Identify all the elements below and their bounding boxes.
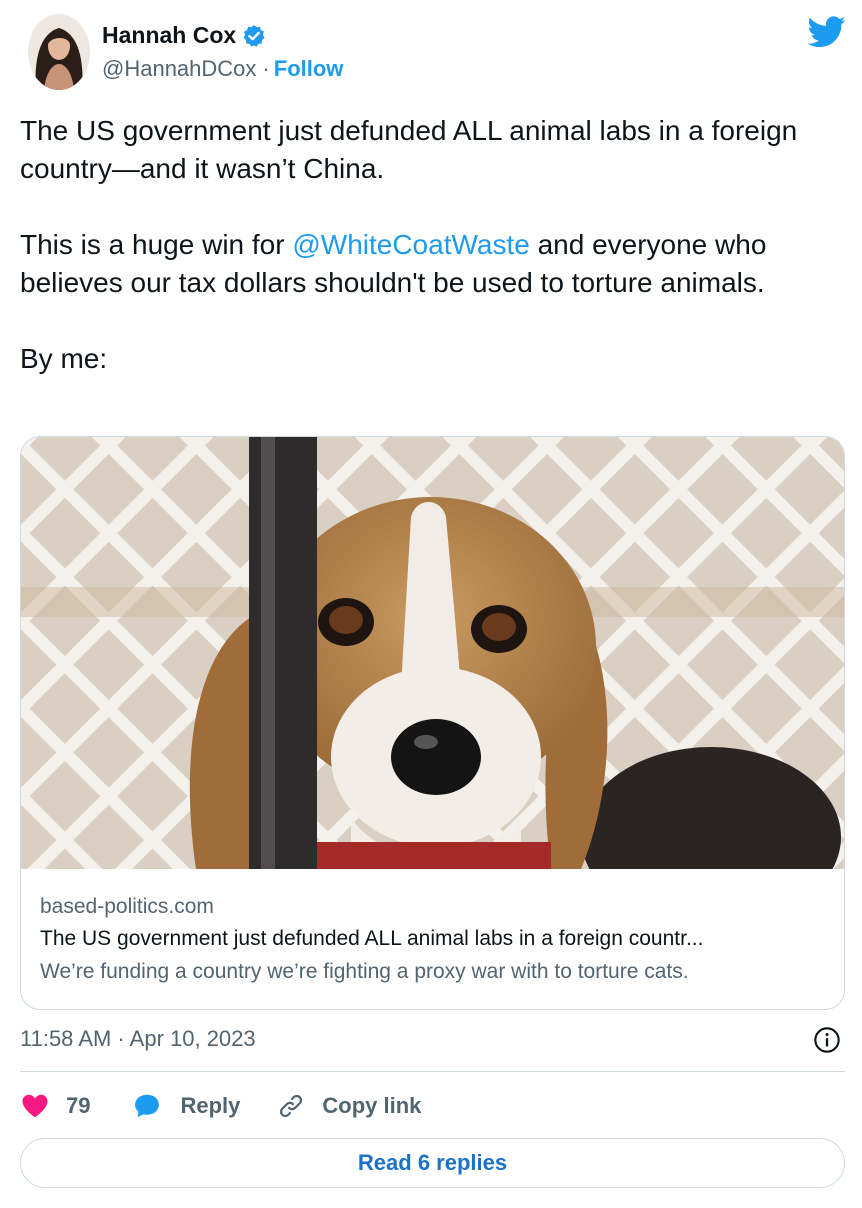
divider [20,1071,845,1072]
read-replies-button[interactable]: Read 6 replies [20,1138,845,1188]
avatar[interactable] [28,14,90,90]
handle-separator: · [262,56,270,81]
info-icon[interactable] [813,1026,841,1054]
card-description: We’re funding a country we’re fighting a… [40,960,689,983]
mention-link[interactable]: @WhiteCoatWaste [292,229,529,260]
like-count: 79 [66,1093,91,1118]
action-bar: 79 Reply Copy link [20,1088,421,1124]
copy-link-button[interactable]: Copy link [276,1091,421,1121]
verified-badge-icon [243,24,265,47]
tweet-header: Hannah Cox @HannahDCox · Follow [20,14,850,94]
card-domain: based-politics.com [40,895,214,918]
author-handle-row: @HannahDCox · Follow [102,56,343,82]
card-title: The US government just defunded ALL anim… [40,927,704,950]
tweet-paragraph-3: By me: [20,343,108,374]
like-button[interactable]: 79 [20,1091,90,1121]
author-name[interactable]: Hannah Cox [102,22,236,49]
copy-link-label: Copy link [322,1093,422,1118]
link-preview-card[interactable]: based-politics.com The US government jus… [20,436,845,1010]
card-image [21,437,844,869]
reply-button[interactable]: Reply [132,1091,240,1121]
link-icon [280,1094,303,1118]
speech-bubble-icon [135,1094,160,1118]
author-handle[interactable]: @HannahDCox [102,56,256,82]
tweet-timestamp[interactable]: 11:58 AM · Apr 10, 2023 [20,1026,256,1052]
card-meta: based-politics.com The US government jus… [40,892,830,988]
reply-label: Reply [180,1093,241,1118]
follow-button[interactable]: Follow [274,56,344,82]
twitter-bird-icon[interactable] [808,16,846,48]
tweet-text-segment: This is a huge win for [20,229,293,260]
author-name-row: Hannah Cox [102,22,266,49]
tweet-paragraph-1: The US government just defunded ALL anim… [20,115,798,184]
heart-icon [22,1094,48,1118]
tweet-text: The US government just defunded ALL anim… [20,112,840,378]
tweet-paragraph-2: This is a huge win for @WhiteCoatWaste a… [20,226,840,302]
